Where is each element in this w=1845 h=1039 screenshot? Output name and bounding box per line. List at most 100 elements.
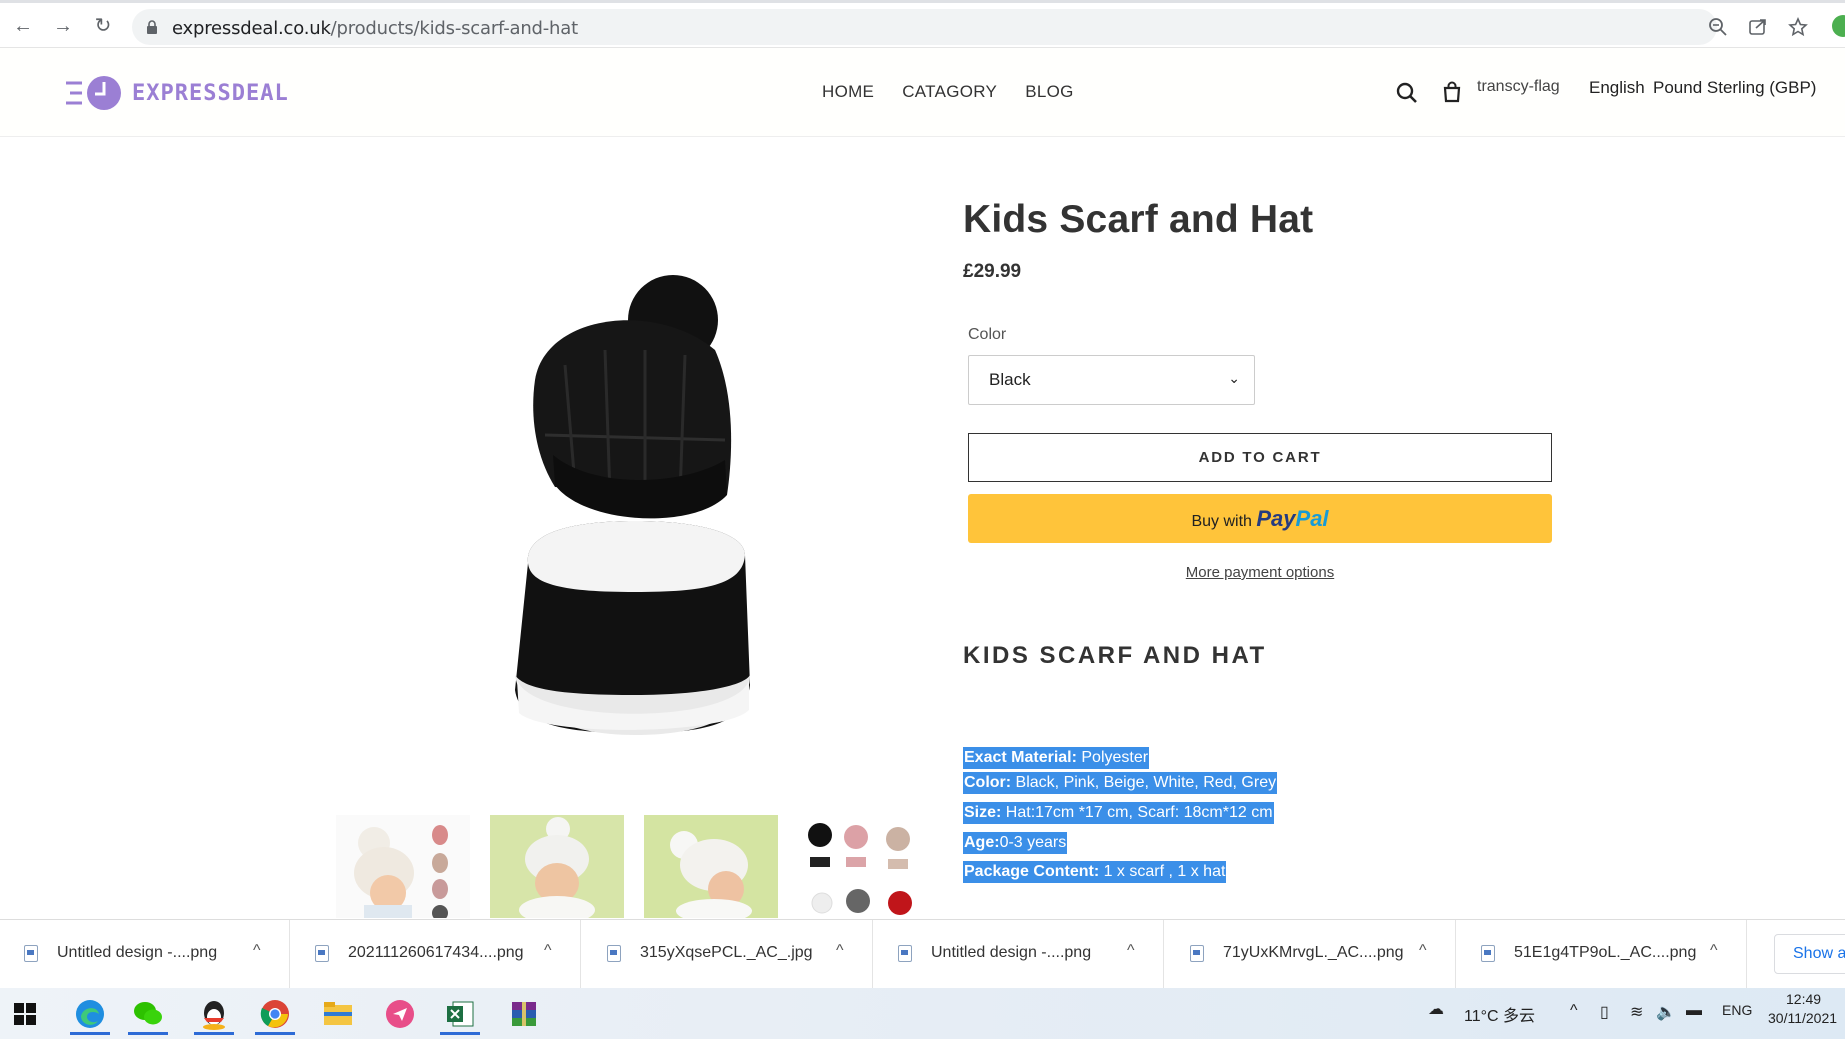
nav-home[interactable]: HOME bbox=[822, 82, 874, 102]
active-indicator bbox=[255, 1032, 295, 1035]
spec-label: Age: bbox=[964, 834, 1000, 851]
share-icon[interactable] bbox=[1748, 17, 1768, 37]
chevron-up-icon[interactable]: ^ bbox=[1127, 942, 1135, 960]
thumbnail-1[interactable] bbox=[336, 815, 470, 918]
url-bar[interactable]: expressdeal.co.uk/products/kids-scarf-an… bbox=[132, 9, 1808, 45]
nav-catagory[interactable]: CATAGORY bbox=[902, 82, 997, 102]
spec-label: Exact Material: bbox=[964, 749, 1077, 766]
chevron-up-icon[interactable]: ^ bbox=[836, 942, 844, 960]
download-filename: Untitled design -....png bbox=[57, 944, 218, 961]
excel-app-icon[interactable] bbox=[436, 993, 484, 1035]
show-hidden-icons-icon[interactable]: ^ bbox=[1570, 1002, 1578, 1020]
reload-icon[interactable]: ↻ bbox=[92, 15, 114, 37]
volume-icon[interactable]: 🔈 bbox=[1656, 1002, 1676, 1022]
chrome-app-icon[interactable] bbox=[251, 993, 299, 1035]
bookmark-star-icon[interactable] bbox=[1788, 17, 1808, 37]
chevron-up-icon[interactable]: ^ bbox=[1419, 942, 1427, 960]
usb-icon[interactable]: ▯ bbox=[1600, 1002, 1609, 1022]
folder-icon bbox=[324, 1002, 352, 1025]
store-header: EXPRESSDEAL HOME CATAGORY BLOG transcy-f… bbox=[0, 48, 1845, 137]
spec-material: Exact Material: Polyester bbox=[963, 747, 1150, 769]
logo-text: EXPRESSDEAL bbox=[132, 80, 289, 106]
wifi-icon[interactable]: ≋ bbox=[1630, 1002, 1643, 1022]
language-selector[interactable]: English bbox=[1589, 78, 1645, 98]
download-item[interactable]: 51E1g4TP9oL._AC....png ^ bbox=[1457, 920, 1747, 989]
spec-size: Size: Hat:17cm *17 cm, Scarf: 18cm*12 cm bbox=[963, 802, 1274, 824]
spec-value: Polyester bbox=[1076, 749, 1149, 766]
download-item[interactable]: 315yXqsePCL._AC_.jpg ^ bbox=[583, 920, 873, 989]
forward-icon[interactable]: → bbox=[52, 15, 74, 37]
download-filename: 202111260617434....png bbox=[348, 944, 524, 961]
chevron-up-icon[interactable]: ^ bbox=[1710, 942, 1718, 960]
spec-value: 0-3 years bbox=[999, 834, 1067, 851]
clock-time[interactable]: 12:49 bbox=[1786, 991, 1821, 1007]
input-language[interactable]: ENG bbox=[1722, 1002, 1752, 1018]
download-filename: 51E1g4TP9oL._AC....png bbox=[1514, 944, 1697, 961]
download-filename: 315yXqsePCL._AC_.jpg bbox=[640, 944, 813, 961]
main-nav: HOME CATAGORY BLOG bbox=[822, 82, 1074, 102]
edge-icon bbox=[76, 1000, 104, 1028]
paper-plane-icon bbox=[386, 1000, 414, 1028]
wechat-app-icon[interactable] bbox=[124, 993, 172, 1035]
file-icon bbox=[1481, 945, 1495, 962]
spec-package: Package Content: 1 x scarf , 1 x hat bbox=[963, 861, 1227, 883]
more-payment-options-link[interactable]: More payment options bbox=[968, 564, 1552, 581]
download-item[interactable]: Untitled design -....png ^ bbox=[0, 920, 290, 989]
battery-icon[interactable]: ▬ bbox=[1686, 1002, 1702, 1020]
file-explorer-app-icon[interactable] bbox=[314, 993, 362, 1035]
downloads-bar: Untitled design -....png ^ 2021112606174… bbox=[0, 919, 1845, 989]
profile-avatar[interactable] bbox=[1832, 15, 1845, 37]
url-path: /products/kids-scarf-and-hat bbox=[330, 18, 578, 39]
thumbnail-3-image bbox=[670, 831, 752, 918]
download-item[interactable]: 71yUxKMrvgL._AC....png ^ bbox=[1166, 920, 1456, 989]
color-select[interactable]: Black ⌄ bbox=[968, 355, 1255, 405]
active-indicator bbox=[128, 1032, 168, 1035]
currency-selector[interactable]: Pound Sterling (GBP) bbox=[1653, 78, 1816, 98]
download-item[interactable]: 202111260617434....png ^ bbox=[291, 920, 581, 989]
store-logo[interactable]: EXPRESSDEAL bbox=[64, 74, 289, 112]
download-item[interactable]: Untitled design -....png ^ bbox=[874, 920, 1164, 989]
paypal-logo-pal: Pal bbox=[1295, 506, 1329, 531]
chevron-down-icon: ⌄ bbox=[1228, 370, 1240, 386]
search-icon[interactable] bbox=[1396, 82, 1418, 104]
winrar-app-icon[interactable] bbox=[500, 993, 548, 1035]
color-label: Color bbox=[968, 326, 1007, 343]
spec-age: Age:0-3 years bbox=[963, 832, 1068, 854]
cart-icon[interactable] bbox=[1441, 81, 1463, 103]
nav-blog[interactable]: BLOG bbox=[1025, 82, 1073, 102]
spec-color: Color: Black, Pink, Beige, White, Red, G… bbox=[963, 772, 1278, 794]
chevron-up-icon[interactable]: ^ bbox=[253, 942, 261, 960]
file-icon bbox=[607, 945, 621, 962]
thumbnail-4[interactable] bbox=[798, 815, 932, 918]
thumbnail-3[interactable] bbox=[644, 815, 778, 918]
lock-icon[interactable] bbox=[146, 20, 158, 34]
paypal-logo-pay: Pay bbox=[1256, 506, 1296, 531]
qq-icon bbox=[203, 1001, 225, 1030]
file-icon bbox=[24, 945, 38, 962]
file-icon bbox=[315, 945, 329, 962]
active-indicator bbox=[194, 1032, 234, 1035]
thumbnail-2[interactable] bbox=[490, 815, 624, 918]
windows-start-icon[interactable] bbox=[14, 1003, 36, 1025]
qq-app-icon[interactable] bbox=[190, 993, 238, 1035]
back-icon[interactable]: ← bbox=[12, 15, 34, 37]
thumbnail-1-image bbox=[354, 825, 448, 918]
product-main-image[interactable] bbox=[505, 255, 765, 750]
send-app-icon[interactable] bbox=[376, 993, 424, 1035]
clock-date[interactable]: 30/11/2021 bbox=[1768, 1010, 1837, 1026]
archive-icon bbox=[512, 1002, 536, 1026]
paypal-button[interactable]: Buy with PayPal bbox=[968, 494, 1552, 543]
file-icon bbox=[1190, 945, 1204, 962]
url-text[interactable]: expressdeal.co.uk/products/kids-scarf-an… bbox=[172, 18, 578, 39]
spec-label: Color: bbox=[964, 774, 1012, 791]
weather-icon[interactable]: ☁ bbox=[1428, 999, 1444, 1019]
zoom-icon[interactable] bbox=[1708, 17, 1728, 37]
add-to-cart-button[interactable]: ADD TO CART bbox=[968, 433, 1552, 482]
download-filename: 71yUxKMrvgL._AC....png bbox=[1223, 944, 1404, 961]
thumbnail-4-image bbox=[808, 823, 912, 915]
show-all-downloads-button[interactable]: Show all bbox=[1774, 934, 1845, 974]
edge-app-icon[interactable] bbox=[66, 993, 114, 1035]
language-flag-image[interactable]: transcy-flag bbox=[1477, 78, 1560, 96]
chevron-up-icon[interactable]: ^ bbox=[544, 942, 552, 960]
weather-text[interactable]: 11°C 多云 bbox=[1464, 1002, 1535, 1026]
